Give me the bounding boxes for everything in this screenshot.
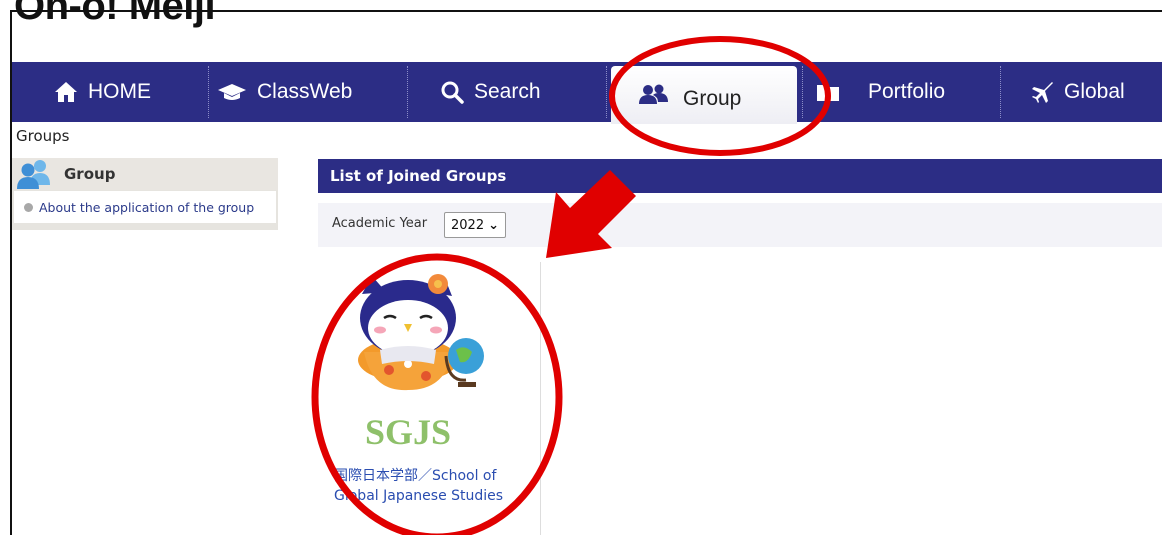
annotation-circle-group-tab: [609, 36, 831, 156]
annotation-circle-group-card: [311, 253, 563, 535]
annotation-overlay: [311, 36, 831, 535]
annotation-arrow: [546, 170, 636, 258]
